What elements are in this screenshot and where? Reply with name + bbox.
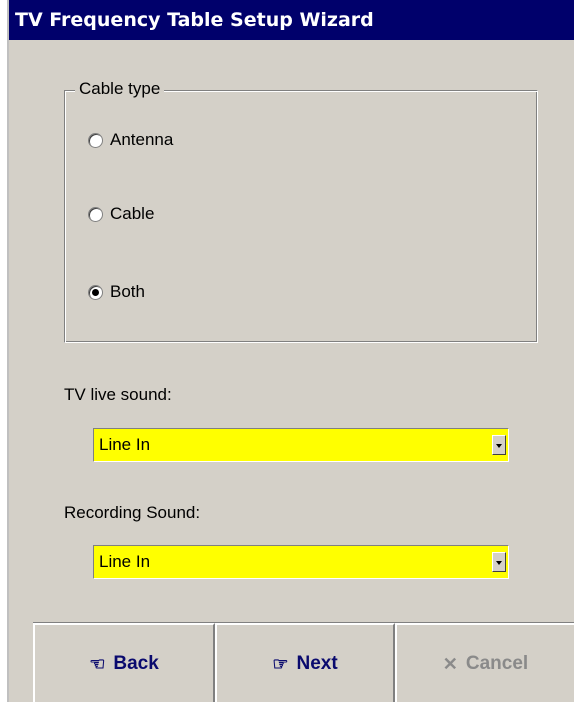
- radio-antenna[interactable]: Antenna: [88, 128, 173, 152]
- radio-both-circle[interactable]: [88, 284, 103, 300]
- tv-live-sound-select[interactable]: Line In: [93, 428, 509, 462]
- recording-sound-select[interactable]: Line In: [93, 545, 509, 579]
- radio-cable-circle[interactable]: [88, 206, 103, 222]
- back-button-label: Back: [113, 653, 159, 674]
- recording-sound-value: Line In: [99, 552, 151, 571]
- radio-both-label: Both: [110, 282, 145, 301]
- chevron-down-icon[interactable]: [492, 435, 506, 455]
- cancel-button-label: Cancel: [465, 653, 529, 674]
- chevron-down-icon[interactable]: [492, 552, 506, 572]
- tv-live-sound-label: TV live sound:: [64, 385, 172, 404]
- window-title: TV Frequency Table Setup Wizard: [15, 9, 374, 31]
- cable-type-legend: Cable type: [75, 78, 165, 100]
- next-button-label: Next: [296, 653, 338, 674]
- tv-live-sound-value: Line In: [99, 435, 151, 454]
- recording-sound-label: Recording Sound:: [64, 503, 201, 522]
- next-button[interactable]: ☞ Next: [215, 623, 395, 702]
- back-hand-icon: ☜: [89, 654, 106, 674]
- radio-both[interactable]: Both: [88, 280, 145, 304]
- x-icon: ✕: [442, 654, 458, 674]
- radio-cable-label: Cable: [110, 204, 155, 223]
- title-bar[interactable]: TV Frequency Table Setup Wizard: [9, 0, 574, 40]
- radio-cable[interactable]: Cable: [88, 202, 154, 226]
- radio-antenna-circle[interactable]: [88, 132, 103, 148]
- pointing-hand-icon: ☞: [272, 654, 289, 674]
- button-bar: ☜ Back ☞ Next ✕ Cancel: [33, 622, 574, 702]
- wizard-window: TV Frequency Table Setup Wizard Cable ty…: [7, 0, 574, 702]
- cancel-button[interactable]: ✕ Cancel: [395, 623, 574, 702]
- radio-antenna-label: Antenna: [110, 130, 174, 149]
- back-button[interactable]: ☜ Back: [33, 623, 215, 702]
